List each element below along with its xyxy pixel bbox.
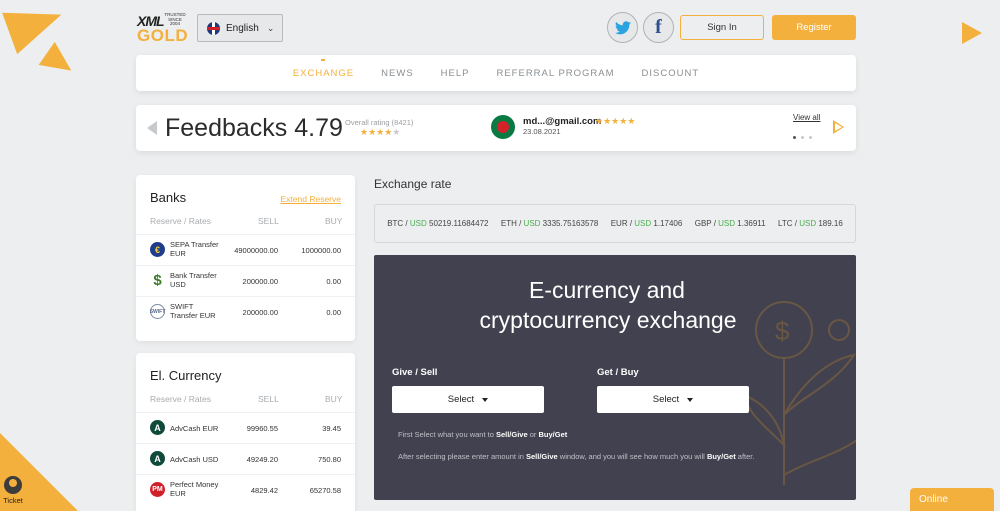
bangladesh-flag-avatar	[491, 115, 515, 139]
twitter-button[interactable]	[607, 12, 638, 43]
buy-value: 39.45	[322, 424, 341, 433]
e-currency-row[interactable]: A AdvCash EUR 99960.55 39.45	[136, 412, 355, 443]
language-label: English	[226, 22, 259, 34]
buy-value: 0.00	[326, 308, 341, 317]
get-buy-label: Get / Buy	[597, 367, 639, 378]
banks-panel: Banks Extend Reserve Reserve / Rates SEL…	[136, 175, 355, 341]
nav-exchange[interactable]: EXCHANGE	[293, 68, 354, 79]
chevron-down-icon: ⌄	[266, 22, 275, 33]
sell-value: 200000.00	[242, 277, 278, 286]
exchange-rate-title: Exchange rate	[374, 177, 452, 191]
nav-news[interactable]: NEWS	[381, 68, 414, 79]
rate-item: LTC / USD 189.16	[778, 219, 843, 228]
carousel-dots	[793, 136, 812, 139]
exchange-instruction-1: First Select what you want to Sell/Give …	[398, 430, 568, 439]
uk-flag-icon	[207, 21, 220, 35]
online-chat-button[interactable]: Online	[910, 488, 994, 511]
buy-value: 65270.58	[309, 486, 341, 495]
give-sell-label: Give / Sell	[392, 367, 438, 378]
facebook-icon: f	[655, 16, 662, 38]
sell-value: 4829.42	[250, 486, 278, 495]
column-header-buy: BUY	[325, 216, 343, 226]
exchange-instruction-2: After selecting please enter amount in S…	[398, 452, 755, 461]
dollar-icon: $	[150, 272, 165, 289]
view-all-link[interactable]: View all	[793, 113, 820, 122]
perfect-money-icon: PM	[150, 482, 165, 497]
rate-item: GBP / USD 1.36911	[694, 219, 766, 228]
give-currency-select[interactable]: Select	[392, 386, 544, 413]
caret-down-icon	[482, 397, 489, 402]
get-currency-select[interactable]: Select	[597, 386, 749, 413]
exchange-headline-2: cryptocurrency exchange	[479, 307, 737, 333]
bank-row[interactable]: € SEPA Transfer EUR 49000000.00 1000000.…	[136, 234, 355, 265]
column-header-buy: BUY	[325, 394, 343, 404]
bank-row[interactable]: SWIFT SWIFT Transfer EUR 200000.00 0.00	[136, 296, 355, 327]
twitter-icon	[614, 20, 631, 34]
swift-icon: SWIFT	[150, 304, 165, 319]
caret-down-icon	[687, 397, 694, 402]
next-arrow-icon[interactable]	[833, 120, 844, 134]
site-logo[interactable]: XML TRUSTED SINCE 2004 GOLD	[137, 12, 189, 45]
support-agent-icon	[4, 476, 22, 494]
feedback-author: md...@gmail.com	[523, 116, 602, 127]
nav-referral-program[interactable]: REFERRAL PROGRAM	[496, 68, 614, 79]
rate-item: EUR / USD 1.17406	[610, 219, 683, 228]
decorative-triangle	[962, 22, 982, 44]
language-selector[interactable]: English ⌄	[197, 14, 283, 42]
register-button[interactable]: Register	[772, 15, 856, 40]
currency-name: AdvCash USD	[170, 455, 219, 464]
exchange-rate-ticker: BTC / USD 50219.11684472 ETH / USD 3335.…	[374, 204, 856, 243]
extend-reserve-link[interactable]: Extend Reserve	[281, 194, 341, 204]
column-header-reserve: Reserve / Rates	[150, 394, 211, 404]
e-currency-panel: El. Currency Reserve / Rates SELL BUY A …	[136, 353, 355, 511]
facebook-button[interactable]: f	[643, 12, 674, 43]
buy-value: 750.80	[318, 455, 341, 464]
currency-name: AdvCash EUR	[170, 424, 219, 433]
column-header-reserve: Reserve / Rates	[150, 216, 211, 226]
currency-name: SWIFT Transfer EUR	[170, 302, 216, 320]
ticket-button[interactable]: Ticket	[2, 476, 24, 505]
currency-name: Perfect Money EUR	[170, 480, 219, 498]
rate-item: BTC / USD 50219.11684472	[387, 219, 489, 228]
feedback-title: Feedbacks 4.79	[165, 114, 343, 142]
nav-discount[interactable]: DISCOUNT	[642, 68, 700, 79]
sell-value: 200000.00	[242, 308, 278, 317]
buy-value: 1000000.00	[301, 246, 341, 255]
column-header-sell: SELL	[258, 216, 279, 226]
advcash-icon: A	[150, 451, 165, 466]
carousel-dot[interactable]	[801, 136, 804, 139]
column-header-sell: SELL	[258, 394, 279, 404]
buy-value: 0.00	[326, 277, 341, 286]
carousel-dot[interactable]	[793, 136, 796, 139]
feedback-bar: Feedbacks 4.79 Overall rating (8421) ★★★…	[136, 105, 856, 151]
previous-arrow-icon[interactable]	[147, 121, 157, 135]
sign-in-button[interactable]: Sign In	[680, 15, 764, 40]
rate-item: ETH / USD 3335.75163578	[500, 219, 599, 228]
feedback-date: 23.08.2021	[523, 127, 561, 136]
ticket-label: Ticket	[3, 496, 23, 505]
decorative-triangle	[38, 41, 80, 83]
exchange-widget: $ E-currency and cryptocurrency exchange…	[374, 255, 856, 500]
overall-rating-stars: ★★★★★	[360, 127, 401, 137]
e-currency-row[interactable]: A AdvCash USD 49249.20 750.80	[136, 443, 355, 474]
nav-help[interactable]: HELP	[441, 68, 470, 79]
currency-name: SEPA Transfer EUR	[170, 240, 219, 258]
sell-value: 49249.20	[246, 455, 278, 464]
e-currency-title: El. Currency	[150, 368, 222, 383]
euro-icon: €	[150, 242, 165, 257]
sell-value: 99960.55	[246, 424, 278, 433]
exchange-headline-1: E-currency and	[529, 277, 685, 303]
e-currency-row[interactable]: PM Perfect Money EUR 4829.42 65270.58	[136, 474, 355, 505]
bank-row[interactable]: $ Bank Transfer USD 200000.00 0.00	[136, 265, 355, 296]
advcash-icon: A	[150, 420, 165, 435]
main-nav: EXCHANGE NEWS HELP REFERRAL PROGRAM DISC…	[136, 55, 856, 91]
banks-title: Banks	[150, 190, 187, 205]
overall-rating-label: Overall rating (8421)	[345, 118, 414, 127]
currency-name: Bank Transfer USD	[170, 271, 217, 289]
sell-value: 49000000.00	[234, 246, 278, 255]
carousel-dot[interactable]	[809, 136, 812, 139]
feedback-stars: ★★★★★	[595, 116, 636, 126]
